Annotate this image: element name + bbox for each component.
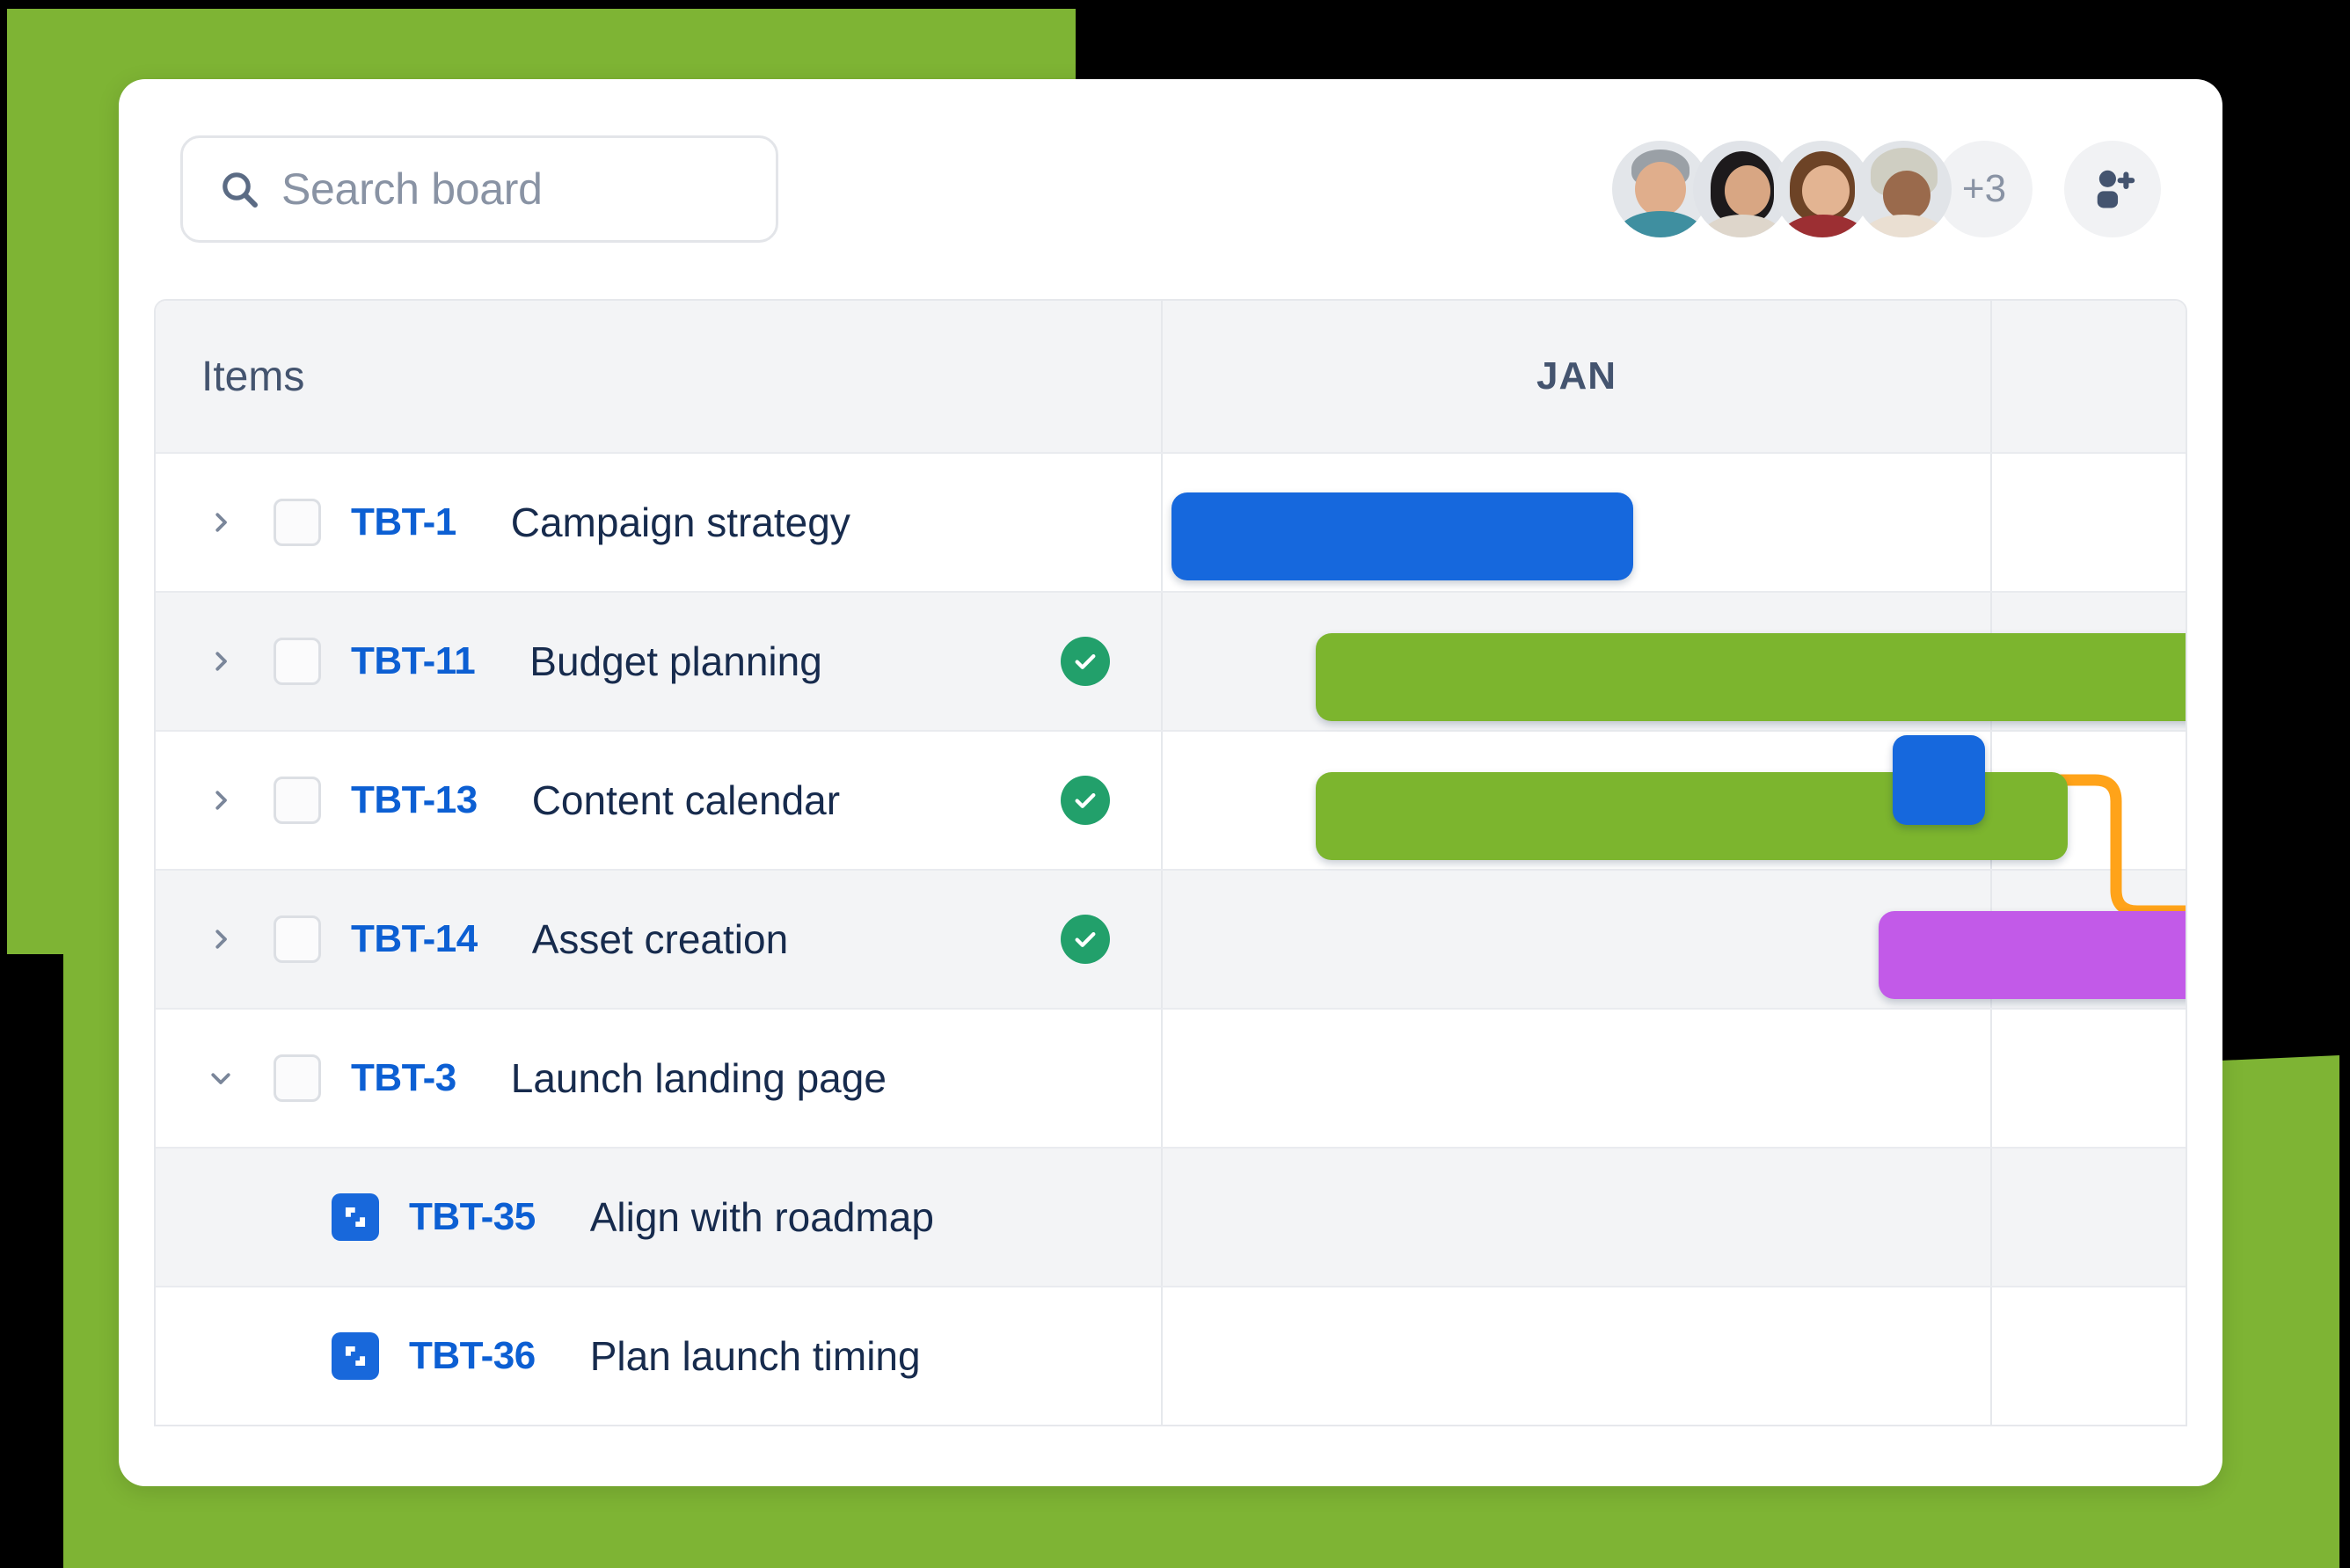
- table-row[interactable]: TBT-3 Launch landing page: [156, 1008, 2186, 1147]
- chevron-right-icon[interactable]: [201, 926, 240, 952]
- chevron-right-icon[interactable]: [201, 509, 240, 536]
- issue-key[interactable]: TBT-13: [351, 778, 478, 822]
- row-items-cell: TBT-13 Content calendar: [156, 732, 1163, 869]
- issue-summary: Campaign strategy: [510, 500, 850, 545]
- issue-summary: Launch landing page: [510, 1055, 887, 1101]
- table-row[interactable]: TBT-35 Align with roadmap: [156, 1147, 2186, 1286]
- table-row[interactable]: TBT-14 Asset creation: [156, 869, 2186, 1008]
- status-badge-done: [1061, 776, 1110, 825]
- row-items-cell: TBT-35 Align with roadmap: [156, 1149, 1163, 1286]
- issue-summary: Asset creation: [531, 916, 789, 962]
- issue-summary: Plan launch timing: [589, 1333, 921, 1379]
- issue-key[interactable]: TBT-3: [351, 1056, 456, 1100]
- screenshot-stage: +3 Items JAN: [0, 0, 2350, 1568]
- subtask-icon: [332, 1332, 379, 1380]
- table-row[interactable]: TBT-13 Content calendar: [156, 730, 2186, 869]
- row-checkbox[interactable]: [274, 638, 321, 685]
- row-items-cell: TBT-11 Budget planning: [156, 593, 1163, 730]
- row-jan-cell: [1163, 1287, 1992, 1425]
- row-next-cell: [1992, 1010, 2186, 1147]
- search-input[interactable]: [281, 164, 741, 215]
- search-board-field[interactable]: [180, 135, 778, 243]
- row-next-cell: [1992, 871, 2186, 1008]
- status-badge-done: [1061, 637, 1110, 686]
- row-items-cell: TBT-36 Plan launch timing: [156, 1287, 1163, 1425]
- search-icon: [223, 172, 258, 208]
- table-row[interactable]: TBT-1 Campaign strategy: [156, 452, 2186, 591]
- column-header-items-label: Items: [201, 353, 305, 400]
- row-jan-cell: [1163, 1149, 1992, 1286]
- avatar-stack: +3: [1612, 141, 2033, 237]
- chevron-down-icon[interactable]: [201, 1065, 240, 1091]
- row-jan-cell: [1163, 593, 1992, 730]
- column-header-jan: JAN: [1163, 301, 1992, 452]
- issue-key[interactable]: TBT-35: [409, 1195, 536, 1239]
- issue-key[interactable]: TBT-14: [351, 917, 478, 961]
- row-next-cell: [1992, 1287, 2186, 1425]
- row-next-cell: [1992, 454, 2186, 591]
- status-badge-done: [1061, 915, 1110, 964]
- table-row[interactable]: TBT-36 Plan launch timing: [156, 1286, 2186, 1425]
- row-items-cell: TBT-14 Asset creation: [156, 871, 1163, 1008]
- row-items-cell: TBT-1 Campaign strategy: [156, 454, 1163, 591]
- issue-summary: Content calendar: [531, 777, 841, 823]
- board-card: +3 Items JAN: [119, 79, 2222, 1486]
- issue-key[interactable]: TBT-1: [351, 500, 456, 544]
- issue-summary: Align with roadmap: [589, 1194, 934, 1240]
- avatar[interactable]: [1855, 141, 1952, 237]
- board-members: +3: [1612, 141, 2161, 237]
- issue-key[interactable]: TBT-36: [409, 1334, 536, 1378]
- row-checkbox[interactable]: [274, 915, 321, 963]
- row-next-cell: [1992, 1149, 2186, 1286]
- chevron-right-icon[interactable]: [201, 787, 240, 813]
- table-header-row: Items JAN: [156, 301, 2186, 452]
- add-person-icon: [2097, 170, 2135, 208]
- row-checkbox[interactable]: [274, 499, 321, 546]
- gantt-table: Items JAN TBT-1 Campaign strategy TBT-11…: [154, 299, 2187, 1426]
- chevron-right-icon[interactable]: [201, 648, 240, 675]
- subtask-icon: [332, 1193, 379, 1241]
- column-header-next: [1992, 301, 2186, 452]
- add-person-button[interactable]: [2064, 141, 2161, 237]
- board-toolbar: +3: [119, 79, 2222, 299]
- row-jan-cell: [1163, 871, 1992, 1008]
- row-jan-cell: [1163, 1010, 1992, 1147]
- issue-summary: Budget planning: [529, 638, 822, 684]
- row-jan-cell: [1163, 732, 1992, 869]
- row-checkbox[interactable]: [274, 1054, 321, 1102]
- issue-key[interactable]: TBT-11: [351, 639, 476, 683]
- table-row[interactable]: TBT-11 Budget planning: [156, 591, 2186, 730]
- row-checkbox[interactable]: [274, 777, 321, 824]
- row-next-cell: [1992, 732, 2186, 869]
- row-next-cell: [1992, 593, 2186, 730]
- row-items-cell: TBT-3 Launch landing page: [156, 1010, 1163, 1147]
- column-header-jan-label: JAN: [1536, 354, 1617, 397]
- row-jan-cell: [1163, 454, 1992, 591]
- column-header-items: Items: [156, 301, 1163, 452]
